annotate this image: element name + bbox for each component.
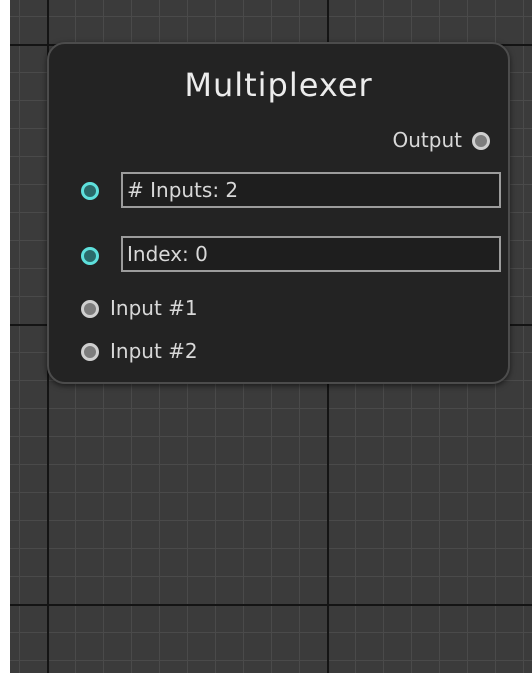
node-title: Multiplexer [184, 66, 373, 104]
num-inputs-field[interactable]: # Inputs: 2 [121, 172, 501, 208]
graph-canvas[interactable]: Multiplexer Output # Inputs: 2 Index: 0 … [10, 0, 532, 673]
index-port[interactable] [81, 247, 99, 265]
index-field[interactable]: Index: 0 [121, 236, 501, 272]
multiplexer-node[interactable]: Multiplexer Output # Inputs: 2 Index: 0 … [47, 42, 510, 384]
num-inputs-port[interactable] [81, 182, 99, 200]
input-1-port[interactable] [81, 300, 99, 318]
input-2-port[interactable] [81, 343, 99, 361]
output-port[interactable] [472, 132, 490, 150]
input-1-label: Input #1 [110, 296, 198, 320]
input-2-label: Input #2 [110, 339, 198, 363]
output-port-label: Output [392, 128, 462, 152]
